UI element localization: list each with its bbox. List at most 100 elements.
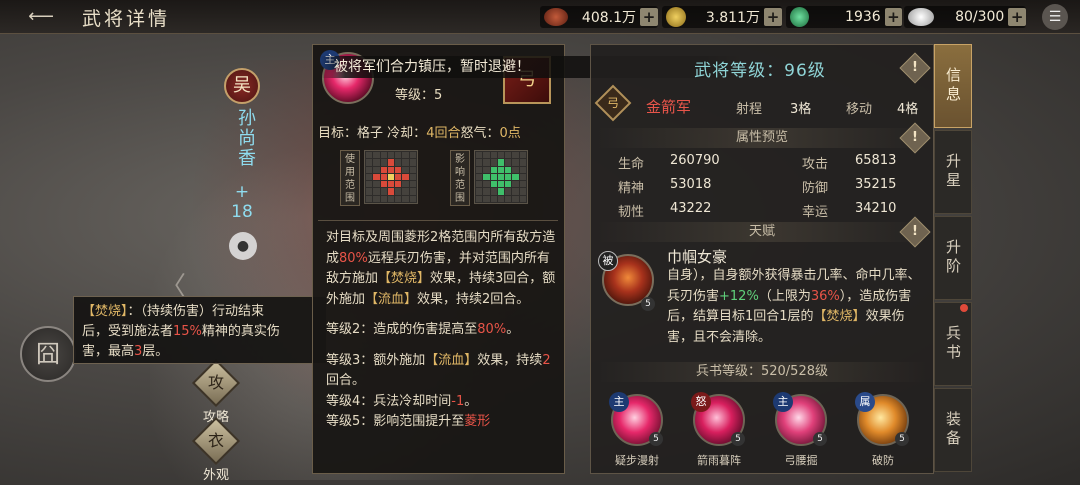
appearance-icon: 衣: [191, 416, 241, 466]
range-cell: [409, 159, 416, 166]
range-cell: [490, 195, 497, 202]
book-skill-1[interactable]: 主 5 疑步漫射: [602, 392, 672, 468]
gold-resource: 3.811万 +: [662, 6, 782, 28]
range-cell: [380, 181, 387, 188]
hero-star-plus: + 18: [231, 182, 253, 222]
stat-label: 攻击: [802, 157, 829, 172]
silver-icon: [908, 8, 934, 26]
codex-button[interactable]: 囧: [20, 326, 76, 382]
range-cell: [483, 159, 490, 166]
range-cell: [380, 166, 387, 173]
range-cell: [387, 181, 395, 188]
range-cell: [512, 188, 519, 195]
range-cell: [505, 159, 512, 166]
range-cell: [395, 152, 402, 159]
range-cell: [483, 181, 490, 188]
book-skill-2[interactable]: 怒 5 箭雨暮阵: [684, 392, 754, 468]
range-cell: [402, 159, 409, 166]
range-cell: [490, 152, 497, 159]
effect-range-grid: [474, 150, 528, 204]
range-cell: [409, 195, 416, 202]
use-range-grid: [364, 150, 418, 204]
range-cell: [519, 159, 526, 166]
tab-star-up[interactable]: 升星: [934, 130, 972, 214]
book-skill-icon: 主 5: [609, 392, 663, 446]
back-button[interactable]: ⟵: [14, 6, 68, 28]
attribute-section-title: 属性预览: [597, 128, 927, 148]
range-cell: [497, 181, 505, 188]
range-cell: [483, 195, 490, 202]
range-cell: [483, 173, 490, 181]
stat-value: 53018: [670, 177, 712, 192]
stat-label: 生命: [618, 157, 645, 172]
talent-level: 5: [641, 297, 655, 311]
range-cell: [395, 159, 402, 166]
range-cell: [519, 188, 526, 195]
stat-label: 幸运: [802, 205, 829, 220]
range-cell: [505, 181, 512, 188]
stat-label: 韧性: [618, 205, 645, 220]
range-cell: [409, 181, 416, 188]
range-cell: [380, 173, 387, 181]
use-range-label: 使用范围: [340, 150, 360, 206]
range-cell: [395, 173, 402, 181]
book-skill-4[interactable]: 属 5 破防: [848, 392, 918, 468]
tab-war-book[interactable]: 兵书: [934, 302, 972, 386]
tab-rank-up[interactable]: 升阶: [934, 216, 972, 300]
copper-add-button[interactable]: +: [640, 8, 658, 26]
gold-add-button[interactable]: +: [764, 8, 782, 26]
appearance-label: 外观: [202, 468, 229, 483]
tab-column: 信息 升星 升阶 兵书 装备: [934, 44, 972, 474]
book-skill-icon: 怒 5: [691, 392, 745, 446]
talent-name: 巾帼女豪: [667, 248, 728, 266]
jade-add-button[interactable]: +: [884, 8, 903, 26]
menu-button[interactable]: ☰: [1042, 4, 1068, 30]
range-cell: [395, 166, 402, 173]
stat-label: 防御: [802, 181, 829, 196]
range-cell: [490, 173, 497, 181]
range-cell: [380, 195, 387, 202]
range-cell: [476, 173, 483, 181]
stat-value: 65813: [855, 153, 897, 168]
range-cell: [366, 173, 373, 181]
appearance-button[interactable]: 衣 外观: [186, 416, 246, 483]
copper-resource: 408.1万 +: [540, 6, 658, 28]
range-cell: [483, 166, 490, 173]
lock-icon[interactable]: ●: [229, 232, 257, 260]
stat-value: 43222: [670, 201, 712, 216]
range-cell: [366, 195, 373, 202]
tab-info[interactable]: 信息: [934, 44, 972, 128]
silver-add-button[interactable]: +: [1008, 8, 1026, 26]
arrow-left-icon[interactable]: 〈: [160, 266, 190, 302]
range-cell: [519, 166, 526, 173]
range-cell: [505, 152, 512, 159]
talent-description: 自身），自身额外获得暴击几率、命中几率、兵刃伤害+12%（上限为36%），造成伤…: [667, 268, 921, 345]
silver-value: 80/300: [955, 9, 1005, 25]
range-cell: [373, 195, 380, 202]
range-cell: [512, 152, 519, 159]
notification-dot: [960, 304, 968, 312]
range-cell: [395, 181, 402, 188]
range-cell: [512, 166, 519, 173]
book-skill-icon: 主 5: [773, 392, 827, 446]
page-title: 武将详情: [82, 8, 171, 30]
effect-range-label: 影响范围: [450, 150, 470, 206]
range-cell: [490, 166, 497, 173]
range-cell: [476, 195, 483, 202]
range-value: 3格: [790, 102, 812, 117]
range-cell: [387, 159, 395, 166]
hero-name: 孙尚香: [235, 108, 256, 168]
range-cell: [395, 188, 402, 195]
copper-value: 408.1万: [581, 10, 636, 26]
range-cell: [387, 166, 395, 173]
stat-label: 精神: [618, 181, 645, 196]
range-label: 射程: [736, 102, 763, 117]
range-cell: [505, 188, 512, 195]
hero-level: 武将等级：96级: [694, 61, 826, 81]
range-cell: [366, 152, 373, 159]
range-cell: [519, 181, 526, 188]
range-cell: [476, 152, 483, 159]
range-cell: [512, 181, 519, 188]
book-skill-3[interactable]: 主 5 弓腰掘: [766, 392, 836, 468]
tab-equipment[interactable]: 装备: [934, 388, 972, 472]
